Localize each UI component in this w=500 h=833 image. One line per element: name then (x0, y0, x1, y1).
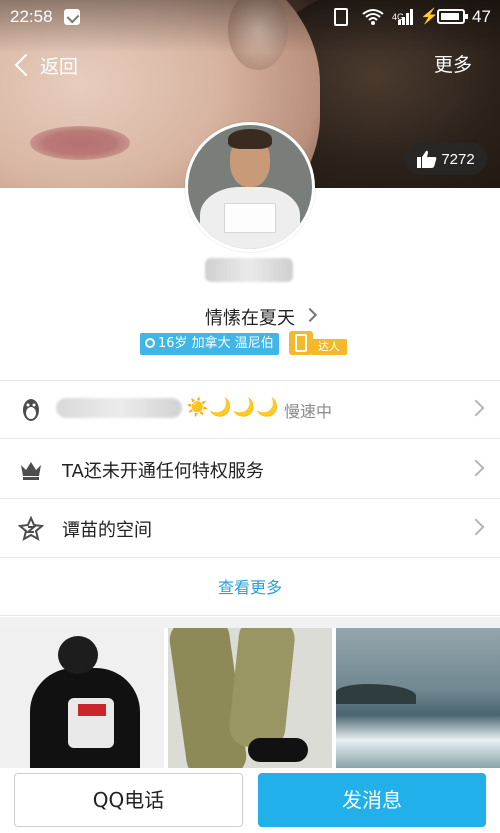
qq-level-icons: ☀️🌙🌙🌙 (186, 397, 280, 418)
daren-label: 达人 (310, 339, 347, 355)
profile-tags: 16岁 加拿大 温尼伯 达人 (140, 331, 353, 357)
signal-icon (398, 9, 414, 25)
status-time: 22:58 (10, 7, 53, 26)
chevron-right-icon (467, 518, 485, 536)
see-more-link[interactable]: 查看更多 (0, 560, 500, 616)
notification-icon (64, 9, 80, 25)
photo-thumbnail[interactable] (336, 628, 500, 768)
like-count: 7272 (441, 150, 475, 168)
qq-call-button[interactable]: QQ电话 (14, 773, 243, 827)
battery-icon (437, 9, 468, 24)
crown-icon (21, 462, 41, 480)
nickname-redacted (205, 258, 293, 282)
vip-label: TA还未开通任何特权服务 (62, 460, 264, 482)
qzone-label: 谭苗的空间 (62, 519, 152, 541)
gender-icon (145, 338, 155, 348)
info-tag: 16岁 加拿大 温尼伯 (140, 333, 279, 355)
vibrate-icon (334, 8, 348, 26)
qzone-row[interactable]: 谭苗的空间 (0, 500, 500, 558)
qq-level-row[interactable]: ☀️🌙🌙🌙 慢速中 (0, 381, 500, 439)
thumbs-up-icon (417, 150, 437, 168)
qq-number-redacted (56, 398, 182, 418)
info-tag-text: 16岁 加拿大 温尼伯 (158, 336, 274, 351)
photo-strip (0, 628, 500, 768)
photo-thumbnail[interactable] (168, 628, 332, 768)
wifi-icon (362, 8, 384, 26)
daren-badge[interactable]: 达人 (288, 331, 353, 357)
send-message-button[interactable]: 发消息 (258, 773, 486, 827)
profile-screen: 22:58 4G ⚡ 47 返回 更多 7272 情愫在夏天 16岁 加拿大 温… (0, 0, 500, 833)
qq-level-status: 慢速中 (284, 401, 333, 421)
photo-thumbnail[interactable] (0, 628, 164, 768)
signature-text: 情愫在夏天 (205, 308, 295, 329)
chevron-right-icon (302, 307, 318, 323)
section-gap (0, 617, 500, 628)
chevron-right-icon (467, 459, 485, 477)
avatar[interactable] (185, 122, 315, 252)
like-button[interactable]: 7272 (405, 143, 487, 175)
qzone-star-icon (18, 516, 44, 542)
status-bar: 22:58 4G ⚡ 47 (0, 0, 500, 34)
penguin-icon (23, 399, 39, 421)
bottom-action-bar: QQ电话 发消息 (0, 768, 500, 833)
charging-icon: ⚡ (420, 8, 439, 25)
phone-icon (294, 334, 307, 352)
chevron-right-icon (467, 399, 485, 417)
more-button[interactable]: 更多 (434, 50, 472, 80)
back-label: 返回 (40, 55, 79, 78)
back-button[interactable]: 返回 (12, 50, 78, 80)
signature-row[interactable]: 情愫在夏天 (0, 304, 500, 330)
vip-row[interactable]: TA还未开通任何特权服务 (0, 441, 500, 499)
battery-level: 47 (472, 7, 491, 26)
chevron-left-icon (14, 53, 38, 77)
